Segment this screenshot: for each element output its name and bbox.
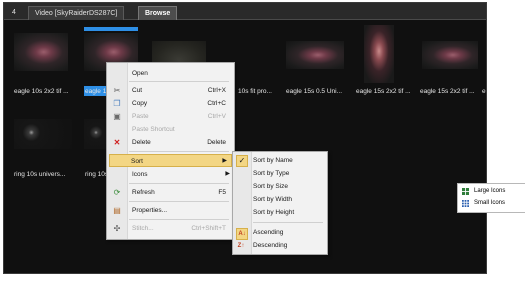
menu-item-sort-by-width[interactable]: Sort by Width [233, 193, 327, 206]
menu-item-sort[interactable]: Sort ▶ [109, 154, 232, 167]
menu-item-label: Paste Shortcut [132, 126, 175, 133]
menu-item-label: Sort by Type [253, 170, 290, 177]
menu-item-label: Delete [132, 139, 151, 146]
menu-item-descending[interactable]: Z↑ Descending [233, 239, 327, 252]
thumbnail-caption: e [482, 88, 486, 95]
menu-item-paste[interactable]: ▣ Paste Ctrl+V [107, 110, 234, 123]
copy-icon: ❐ [113, 99, 121, 108]
menu-item-sort-by-size[interactable]: Sort by Size [233, 180, 327, 193]
menu-item-sort-by-name[interactable]: ✓ Sort by Name [233, 154, 327, 167]
menu-item-cut[interactable]: ✂ Cut Ctrl+X [107, 84, 234, 97]
menu-item-sort-by-type[interactable]: Sort by Type [233, 167, 327, 180]
menu-item-label: Sort by Name [253, 157, 293, 164]
menu-item-refresh[interactable]: ⟳ Refresh F5 [107, 186, 234, 199]
menu-item-large-icons[interactable]: Large Icons [458, 186, 525, 197]
menu-item-label: Properties... [132, 207, 168, 214]
small-icons-icon [462, 200, 469, 207]
icons-submenu: Large Icons Small Icons [457, 183, 525, 213]
menu-item-label: Sort [131, 158, 143, 165]
thumbnail[interactable] [364, 25, 394, 83]
thumbnail[interactable] [286, 41, 344, 69]
tab-bar: 4 Video [SkyRaiderDS287C] Browse [4, 3, 486, 20]
menu-separator [129, 81, 229, 82]
sort-descending-icon: Z↑ [237, 243, 245, 249]
menu-item-label: Copy [132, 100, 148, 107]
menu-separator [129, 151, 229, 152]
thumbnail[interactable] [422, 41, 478, 69]
selection-indicator [84, 27, 138, 31]
clipboard-icon: ▣ [113, 112, 121, 121]
menu-item-label: Descending [253, 242, 288, 249]
menu-item-paste-shortcut[interactable]: Paste Shortcut [107, 123, 234, 136]
thumbnail-caption: ring 10s [85, 171, 109, 178]
refresh-icon: ⟳ [113, 188, 121, 197]
menu-item-ascending[interactable]: A↓ Ascending [233, 226, 327, 240]
menu-item-label: Sort by Width [253, 196, 293, 203]
tab-browse[interactable]: Browse [138, 6, 178, 20]
menu-item-label: Ascending [253, 229, 284, 236]
thumbnail-caption: eagle 15s 2x2 tif ... [356, 88, 411, 95]
thumbnail-caption: 10s fit pro... [238, 88, 272, 95]
thumbnail-caption: ring 10s univers... [14, 171, 66, 178]
menu-item-label: Sort by Size [253, 183, 289, 190]
thumbnail-caption: eagle 15s 0.5 Uni... [286, 88, 343, 95]
delete-x-icon: ✕ [113, 138, 121, 147]
thumbnail-caption: eagle 10s 2x2 tif ... [14, 88, 69, 95]
menu-item-label: Small Icons [474, 200, 506, 206]
menu-item-sort-by-height[interactable]: Sort by Height [233, 206, 327, 219]
tab-number[interactable]: 4 [6, 6, 22, 19]
menu-item-label: Stitch... [132, 225, 154, 232]
menu-item-label: Paste [132, 113, 149, 120]
context-menu: Open ✂ Cut Ctrl+X ❐ Copy Ctrl+C ▣ Paste … [106, 62, 235, 240]
menu-shortcut: F5 [218, 189, 226, 196]
properties-icon: ▤ [113, 206, 121, 215]
menu-item-properties[interactable]: ▤ Properties... [107, 204, 234, 217]
menu-item-icons[interactable]: Icons ▶ [107, 168, 234, 181]
menu-item-small-icons[interactable]: Small Icons [458, 198, 525, 209]
menu-shortcut: Ctrl+X [207, 87, 226, 94]
menu-separator [129, 183, 229, 184]
menu-shortcut: Delete [207, 139, 226, 146]
menu-item-copy[interactable]: ❐ Copy Ctrl+C [107, 97, 234, 110]
menu-shortcut: Ctrl+C [207, 100, 226, 107]
menu-item-label: Icons [132, 171, 148, 178]
menu-separator [253, 222, 323, 223]
menu-item-delete[interactable]: ✕ Delete Delete [107, 136, 234, 149]
menu-item-label: Open [132, 70, 148, 77]
thumbnail[interactable] [14, 33, 68, 71]
thumbnail[interactable] [14, 119, 72, 149]
menu-item-open[interactable]: Open [107, 67, 234, 80]
menu-separator [129, 201, 229, 202]
stitch-icon: ✣ [113, 224, 121, 233]
thumbnail-caption: eagle 15s 2x2 tif ... [420, 88, 475, 95]
menu-item-label: Large Icons [474, 188, 506, 194]
submenu-arrow-icon: ▶ [225, 171, 230, 177]
menu-item-stitch[interactable]: ✣ Stitch... Ctrl+Shift+T [107, 222, 234, 235]
sort-submenu: ✓ Sort by Name Sort by Type Sort by Size… [232, 151, 328, 255]
large-icons-icon [462, 188, 469, 195]
menu-shortcut: Ctrl+Shift+T [191, 225, 226, 232]
scissors-icon: ✂ [113, 86, 121, 95]
tab-video[interactable]: Video [SkyRaiderDS287C] [28, 6, 125, 20]
menu-item-label: Sort by Height [253, 209, 295, 216]
menu-item-label: Cut [132, 87, 143, 94]
menu-shortcut: Ctrl+V [207, 113, 226, 120]
checkmark-icon: ✓ [236, 155, 248, 167]
menu-separator [129, 219, 229, 220]
menu-item-label: Refresh [132, 189, 155, 196]
submenu-arrow-icon: ▶ [222, 158, 227, 164]
